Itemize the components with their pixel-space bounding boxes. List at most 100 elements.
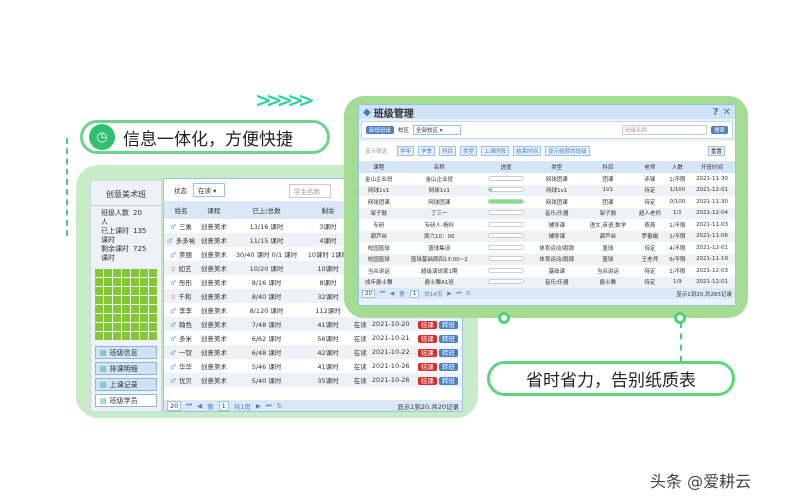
table-row[interactable]: 金山企业班 金山企业班 网球团课 团课 赤锋 1/不限 2021-11-30 bbox=[359, 173, 735, 185]
table-row[interactable]: 校园篮球 篮球基础周四13:00~2 体育运动/跑锻 篮球 王老师 6/不限 2021-11… bbox=[359, 253, 735, 265]
page-input[interactable]: 1 bbox=[218, 400, 229, 411]
student-search-input[interactable]: 学生名称 bbox=[289, 184, 331, 198]
add-class-button[interactable]: 新增班级 bbox=[366, 126, 395, 134]
seat-cell[interactable] bbox=[131, 332, 139, 340]
filter-tag[interactable]: 学季 bbox=[418, 146, 436, 156]
column-header[interactable]: 已上/总数 bbox=[229, 201, 304, 219]
seat-cell[interactable] bbox=[113, 314, 121, 322]
table-row[interactable]: 当众讲话 超级演说家1期 基础课 当众讲话 待定 1/不限 2021-12-03 bbox=[359, 265, 735, 277]
end-class-button[interactable]: 结课 bbox=[417, 335, 437, 343]
seat-cell[interactable] bbox=[113, 296, 121, 304]
column-header[interactable]: 进度 bbox=[480, 161, 532, 173]
filter-tag[interactable]: 上课时段 bbox=[481, 146, 510, 156]
status-filter-select[interactable]: 在读 ▾ bbox=[193, 183, 225, 197]
filter-tag[interactable]: 显示结转的班级 bbox=[545, 146, 590, 156]
seat-cell[interactable] bbox=[131, 323, 139, 331]
end-class-button[interactable]: 结课 bbox=[417, 321, 437, 329]
last-page-icon[interactable]: ⏭ bbox=[266, 401, 272, 410]
column-header[interactable]: 姓名 bbox=[164, 201, 199, 219]
table-row[interactable]: 专研 专研人-杨科 辅导课 语文,英语,数学 燕燕 1/不限 2021-11-03 bbox=[359, 219, 735, 231]
nav-students[interactable]: ▤ 班级学员 bbox=[95, 394, 157, 407]
seat-cell[interactable] bbox=[95, 332, 103, 340]
reset-button[interactable]: 重置 bbox=[707, 146, 725, 156]
table-row[interactable]: 校园篮球 篮球集训 体育运动/跑锻 篮球 待定 4/不限 2021-12-01 bbox=[359, 242, 735, 254]
seat-cell[interactable] bbox=[104, 269, 112, 277]
seat-cell[interactable] bbox=[140, 287, 148, 295]
transfer-button[interactable]: 转班 bbox=[438, 349, 458, 357]
nav-list[interactable]: ▤ 上课记录 bbox=[95, 378, 157, 391]
seat-cell[interactable] bbox=[149, 296, 157, 304]
seat-cell[interactable] bbox=[122, 323, 130, 331]
table-row[interactable]: ♂ 优贝 创意美术 5/40 课时 35课时 在读 2021-10-26 结课 转班 bbox=[164, 373, 462, 387]
seat-cell[interactable] bbox=[113, 305, 121, 313]
seat-cell[interactable] bbox=[140, 323, 148, 331]
seat-cell[interactable] bbox=[131, 287, 139, 295]
transfer-button[interactable]: 转班 bbox=[438, 335, 458, 343]
table-row[interactable]: 架子鼓 丁三一 音乐/乐器 架子鼓 超人老师 1/1 2021-12-04 bbox=[359, 207, 735, 219]
seat-cell[interactable] bbox=[149, 287, 157, 295]
seat-cell[interactable] bbox=[95, 314, 103, 322]
seat-cell[interactable] bbox=[113, 287, 121, 295]
seat-cell[interactable] bbox=[149, 314, 157, 322]
seat-cell[interactable] bbox=[95, 269, 103, 277]
seat-cell[interactable] bbox=[113, 269, 121, 277]
seat-cell[interactable] bbox=[104, 287, 112, 295]
table-row[interactable]: 葫芦丝 周六10：00 辅导课 葫芦丝 罗春娟 1/不限 2021-11-06 bbox=[359, 230, 735, 242]
seat-cell[interactable] bbox=[122, 269, 130, 277]
seat-cell[interactable] bbox=[95, 278, 103, 286]
seat-cell[interactable] bbox=[140, 314, 148, 322]
seat-cell[interactable] bbox=[104, 332, 112, 340]
seat-cell[interactable] bbox=[122, 305, 130, 313]
seat-cell[interactable] bbox=[122, 296, 130, 304]
nav-schedule[interactable]: ▤ 排课明细 bbox=[95, 362, 157, 375]
seat-cell[interactable] bbox=[104, 305, 112, 313]
end-class-button[interactable]: 结课 bbox=[417, 349, 437, 357]
seat-cell[interactable] bbox=[149, 323, 157, 331]
column-header[interactable]: 课程 bbox=[359, 161, 399, 173]
seat-cell[interactable] bbox=[140, 269, 148, 277]
seat-cell[interactable] bbox=[140, 305, 148, 313]
seat-cell[interactable] bbox=[95, 296, 103, 304]
help-icon[interactable]: ? bbox=[713, 107, 719, 118]
column-header[interactable]: 课程 bbox=[198, 201, 230, 219]
table-row[interactable]: ♂ 翰色 创意美术 7/48 课时 41课时 在读 2021-10-20 结课 转班 bbox=[164, 317, 462, 331]
seat-cell[interactable] bbox=[113, 323, 121, 331]
next-page-icon[interactable]: ▶ bbox=[447, 291, 451, 297]
seat-cell[interactable] bbox=[95, 305, 103, 313]
column-header[interactable]: 开班时间 bbox=[689, 161, 735, 173]
seat-cell[interactable] bbox=[122, 287, 130, 295]
seat-cell[interactable] bbox=[104, 323, 112, 331]
seat-cell[interactable] bbox=[104, 296, 112, 304]
seat-cell[interactable] bbox=[122, 278, 130, 286]
prev-page-icon[interactable]: ◀ bbox=[197, 402, 202, 410]
seat-cell[interactable] bbox=[131, 278, 139, 286]
filter-tag[interactable]: 类型 bbox=[460, 146, 478, 156]
column-header[interactable]: 类型 bbox=[531, 161, 582, 173]
seat-cell[interactable] bbox=[95, 323, 103, 331]
transfer-button[interactable]: 转班 bbox=[438, 321, 458, 329]
seat-cell[interactable] bbox=[122, 332, 130, 340]
seat-cell[interactable] bbox=[104, 314, 112, 322]
seat-cell[interactable] bbox=[140, 332, 148, 340]
page-input[interactable]: 1 bbox=[409, 289, 420, 298]
table-row[interactable]: ♂ 一钗 创意美术 6/48 课时 42课时 在读 2021-10-22 结课 转班 bbox=[164, 345, 462, 359]
table-row[interactable]: ♂ 华华 创意美术 5/46 课时 41课时 在读 2021-10-26 结课 转班 bbox=[164, 359, 462, 373]
column-header[interactable]: 名称 bbox=[398, 161, 481, 173]
class-search-input[interactable]: 班级名称 bbox=[621, 125, 707, 135]
seat-cell[interactable] bbox=[122, 314, 130, 322]
transfer-button[interactable]: 转班 bbox=[438, 377, 458, 385]
seat-cell[interactable] bbox=[140, 278, 148, 286]
table-row[interactable]: 网球团课 网球团课 网球团课 团课 待定 0/100 2021-11-30 bbox=[359, 196, 735, 208]
seat-cell[interactable] bbox=[95, 287, 103, 295]
table-row[interactable]: ♂ 多米 创意美术 6/62 课时 56课时 在读 2021-10-21 结课 转班 bbox=[164, 331, 462, 345]
transfer-button[interactable]: 转班 bbox=[438, 363, 458, 371]
nav-info[interactable]: ▤ 班级信息 bbox=[95, 346, 157, 359]
seat-cell[interactable] bbox=[104, 278, 112, 286]
seat-cell[interactable] bbox=[149, 278, 157, 286]
last-page-icon[interactable]: ⏭ bbox=[456, 290, 461, 297]
column-header[interactable]: 人数 bbox=[665, 161, 690, 173]
column-header[interactable]: 老师 bbox=[634, 161, 666, 173]
campus-select[interactable]: 全部校区 ▾ bbox=[413, 125, 462, 135]
first-page-icon[interactable]: ⏮ bbox=[186, 401, 192, 410]
filter-tag[interactable]: 科目 bbox=[439, 146, 457, 156]
